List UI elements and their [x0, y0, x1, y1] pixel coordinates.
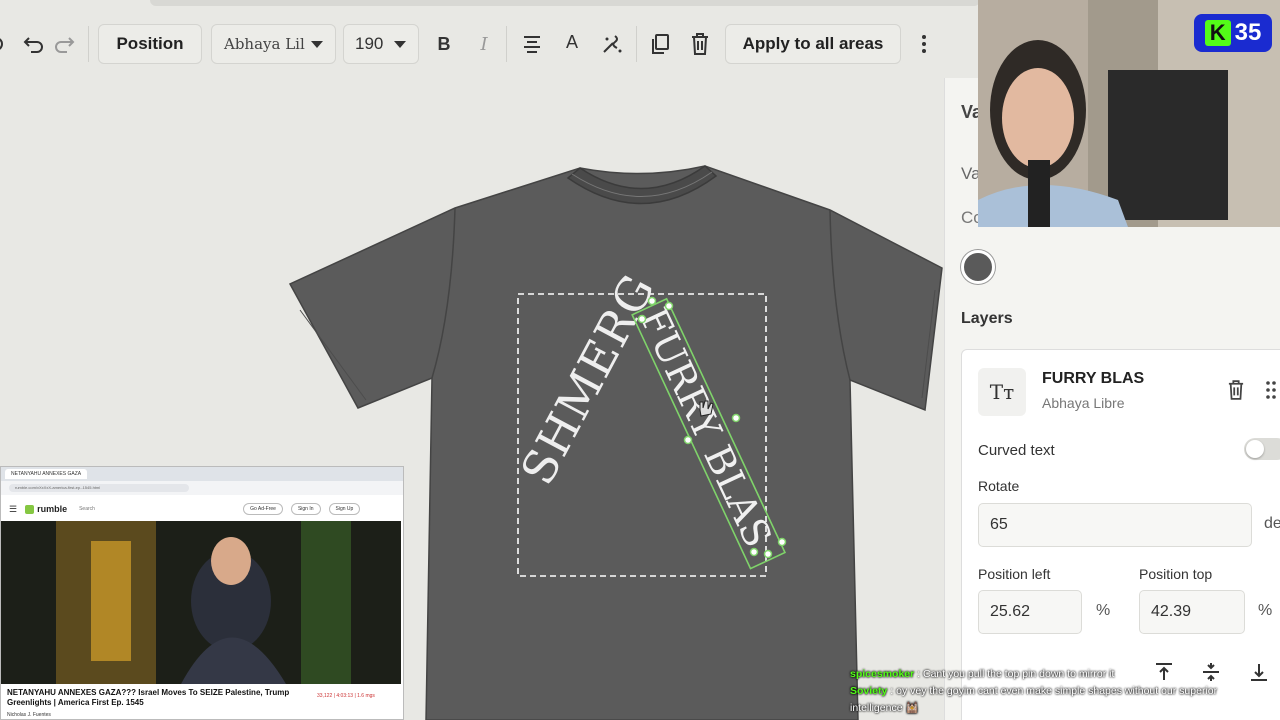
layer-font: Abhaya Libre [1042, 395, 1125, 411]
video-frame [1, 521, 401, 684]
position-top-label: Position top [1139, 566, 1213, 582]
curved-text-label: Curved text [978, 442, 1055, 459]
position-left-input[interactable]: 25.62 [978, 590, 1082, 634]
go-adfree-button[interactable]: Go Ad-Free [243, 503, 283, 515]
font-family-value: Abhaya Lil [224, 35, 305, 53]
menu-icon[interactable]: ☰ [9, 504, 17, 515]
position-top-unit: % [1258, 602, 1273, 619]
layer-name: FURRY BLAS [1042, 370, 1145, 387]
sign-up-button[interactable]: Sign Up [328, 503, 361, 515]
font-size-select[interactable]: 190 [343, 24, 419, 64]
toggle-knob [1246, 440, 1264, 458]
font-size-value: 190 [355, 34, 384, 53]
toolbar-divider [88, 26, 89, 62]
grab-cursor-icon [699, 400, 714, 417]
font-family-select[interactable]: Abhaya Lil [211, 24, 336, 64]
redo-icon[interactable] [50, 30, 78, 58]
chat-text: Cant you pull the top pin down to mirror… [922, 668, 1115, 680]
pip-video-title[interactable]: NETANYAHU ANNEXES GAZA??? Israel Moves T… [7, 688, 307, 708]
apply-to-all-areas-button[interactable]: Apply to all areas [725, 24, 901, 64]
rumble-logo-text: rumble [37, 504, 68, 514]
italic-icon[interactable]: I [470, 30, 498, 58]
align-center-icon[interactable] [518, 30, 546, 58]
toolbar-divider [506, 26, 507, 62]
webcam-overlay: K 35 [978, 0, 1280, 227]
pip-video-player[interactable] [1, 521, 401, 684]
delete-layer-icon[interactable] [1228, 380, 1244, 405]
text-type-icon: Tт [978, 368, 1026, 416]
chat-message: spicesmoker : Cant you pull the top pin … [850, 668, 1115, 680]
color-swatch[interactable] [961, 250, 995, 284]
bold-icon[interactable]: B [430, 30, 458, 58]
top-strip [150, 0, 980, 6]
pip-search-input[interactable]: Search [75, 503, 235, 515]
position-top-input[interactable]: 42.39 [1139, 590, 1245, 634]
layer-card[interactable]: Tт FURRY BLAS Abhaya Libre Curved text R… [961, 349, 1280, 720]
rumble-logo[interactable]: rumble [25, 504, 67, 514]
more-options-icon[interactable] [912, 30, 936, 58]
align-bottom-icon[interactable] [1250, 662, 1268, 687]
rotate-input[interactable]: 65 [978, 503, 1252, 547]
chat-username: spicesmoker [850, 668, 915, 680]
position-left-label: Position left [978, 566, 1051, 582]
stream-chat-overlay: spicesmoker : Cant you pull the top pin … [850, 666, 1250, 717]
text-effects-icon[interactable] [598, 30, 626, 58]
kick-logo-icon: K [1204, 20, 1231, 46]
toolbar-divider [636, 26, 637, 62]
chevron-down-icon [394, 41, 406, 48]
pip-tab[interactable]: NETANYAHU ANNEXES GAZA [5, 469, 88, 479]
undo-icon[interactable] [20, 30, 48, 58]
pip-url[interactable]: rumble.com/vXxXxX-america-first-ep.-1545… [9, 484, 189, 492]
pip-address-bar: rumble.com/vXxXxX-america-first-ep.-1545… [1, 481, 403, 495]
pip-site-header: ☰ rumble Search Go Ad-Free Sign In Sign … [1, 495, 403, 523]
viewer-count: 35 [1234, 19, 1262, 46]
position-button[interactable]: Position [98, 24, 202, 64]
rotate-unit: deg [1264, 515, 1280, 532]
pip-tab-bar: NETANYAHU ANNEXES GAZA [1, 467, 403, 481]
text-color-icon[interactable]: A [558, 28, 586, 56]
duplicate-icon[interactable] [646, 30, 674, 58]
trash-icon[interactable] [686, 30, 714, 58]
position-left-unit: % [1096, 602, 1111, 619]
rotate-label: Rotate [978, 478, 1020, 494]
layers-heading: Layers [961, 310, 1013, 327]
curved-text-toggle[interactable] [1244, 438, 1280, 460]
chat-text: oy vey the goyim cant even make simple s… [850, 685, 1218, 714]
pip-video-meta: 33,122 | 4:03:13 | 1.6 mgs [317, 693, 375, 699]
chat-username: Soviety [850, 685, 888, 697]
chat-message: Soviety : oy vey the goyim cant even mak… [850, 685, 1218, 714]
pip-author[interactable]: Nicholas J. Fuentes [7, 712, 51, 718]
kick-viewer-badge: K 35 [1194, 14, 1272, 52]
partial-left-icon[interactable] [0, 32, 6, 56]
drag-handle-icon[interactable] [1266, 380, 1276, 405]
rumble-logo-icon [25, 504, 35, 514]
chevron-down-icon [311, 41, 323, 48]
editor-toolbar: Position Abhaya Lil 190 B I A Apply to a… [0, 14, 980, 74]
picture-in-picture-browser: NETANYAHU ANNEXES GAZA rumble.com/vXxXxX… [0, 466, 404, 720]
sign-in-button[interactable]: Sign In [290, 503, 321, 515]
